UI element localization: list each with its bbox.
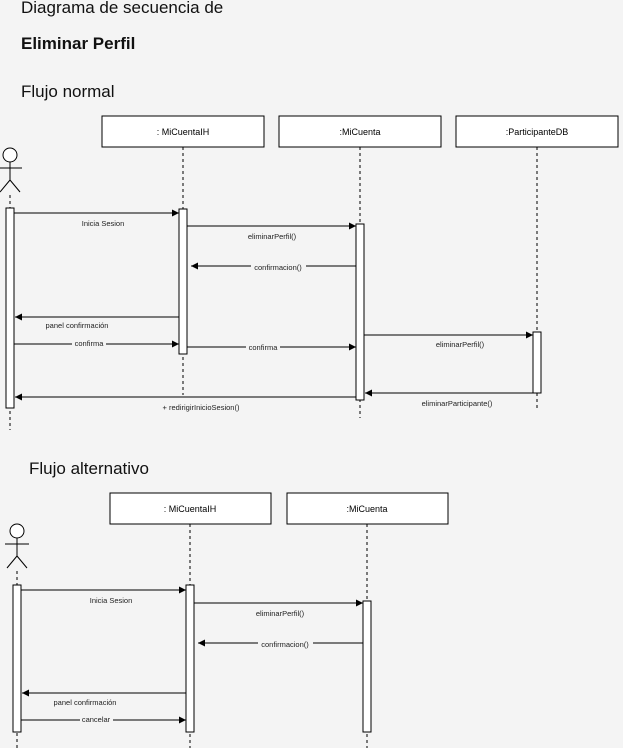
lifeline-label: :MiCuenta: [339, 127, 380, 137]
sequence-diagram-canvas: : MiCuentaIH :MiCuenta :ParticipanteDB I…: [0, 115, 619, 748]
message-label: eliminarPerfil(): [436, 340, 485, 349]
message-label: Inicia Sesion: [82, 219, 125, 228]
message-label: panel confirmación: [54, 698, 117, 707]
message-label: Inicia Sesion: [90, 596, 133, 605]
lifeline-label: : MiCuentaIH: [157, 127, 210, 137]
actor-alt: [5, 523, 29, 569]
activation-bar: [362, 600, 372, 733]
activation-bar: [5, 207, 15, 409]
message-label: confirmacion(): [254, 263, 302, 272]
activation-bar: [532, 331, 542, 394]
message-label: confirmacion(): [261, 640, 309, 649]
lifeline-label: :MiCuenta: [346, 504, 387, 514]
activation-bar: [355, 223, 365, 401]
lifeline-label: :ParticipanteDB: [506, 127, 569, 137]
message-label: eliminarParticipante(): [422, 399, 493, 408]
message-label: + redirigirInicioSesion(): [163, 403, 240, 412]
activation-bar: [185, 584, 195, 733]
message-label: confirma: [249, 343, 279, 352]
message-label: cancelar: [82, 715, 111, 724]
message-label: eliminarPerfil(): [248, 232, 297, 241]
activation-bar: [12, 584, 22, 733]
actor-normal: [0, 147, 22, 193]
message-label: eliminarPerfil(): [256, 609, 305, 618]
message-label: panel confirmación: [46, 321, 109, 330]
activation-bar: [178, 208, 188, 355]
lifeline-label: : MiCuentaIH: [164, 504, 217, 514]
message-label: confirma: [75, 339, 105, 348]
